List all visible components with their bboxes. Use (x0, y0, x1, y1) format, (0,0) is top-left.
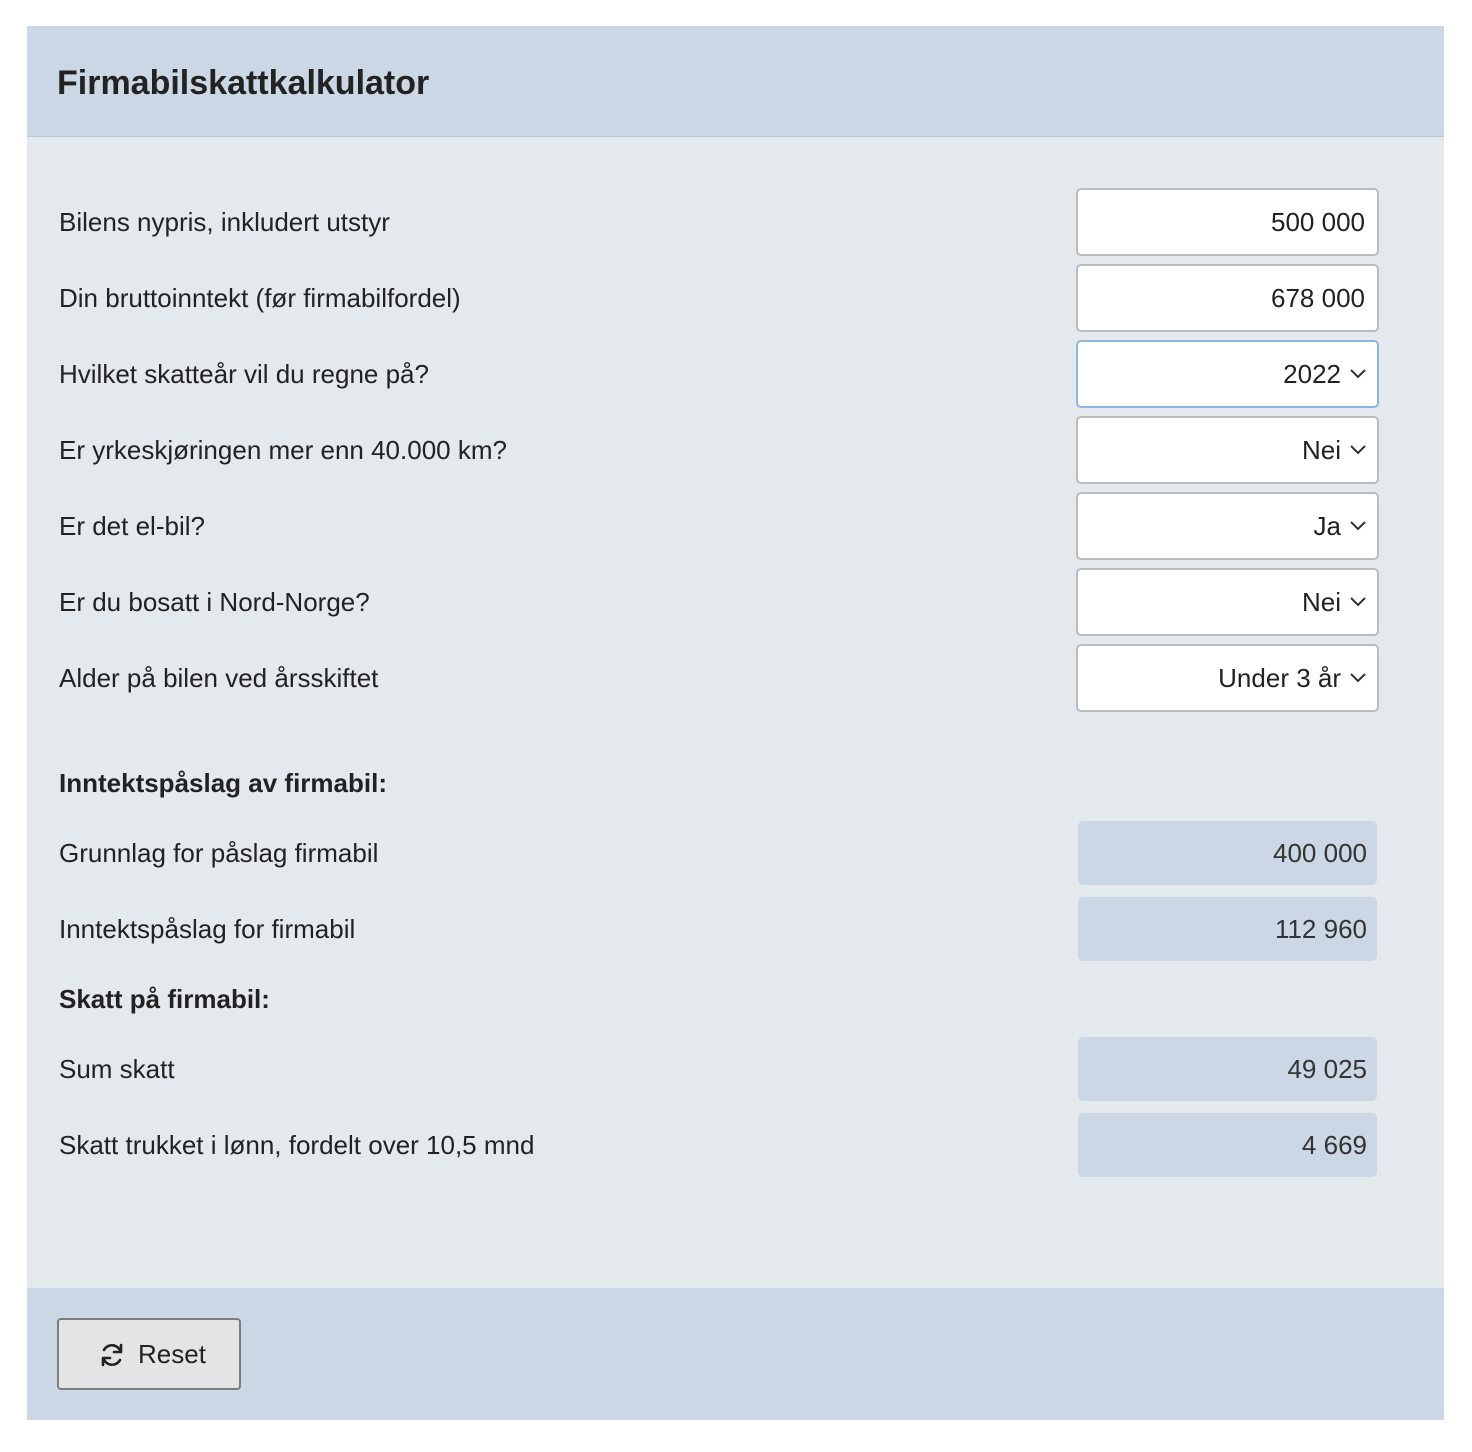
north-norway-label: Er du bosatt i Nord-Norge? (59, 587, 370, 617)
tax-year-select[interactable]: 2022 (1076, 340, 1379, 408)
tax-year-row: Hvilket skatteår vil du regne på? 2022 (27, 340, 1444, 408)
addition-output: 112 960 (1078, 897, 1377, 961)
chevron-down-icon (1350, 597, 1366, 607)
monthly-tax-row: Skatt trukket i lønn, fordelt over 10,5 … (27, 1111, 1444, 1179)
tax-year-label: Hvilket skatteår vil du regne på? (59, 359, 429, 389)
gross-income-row: Din bruttoinntekt (før firmabilfordel) 6… (27, 264, 1444, 332)
gross-income-label: Din bruttoinntekt (før firmabilfordel) (59, 283, 461, 313)
basis-label: Grunnlag for påslag firmabil (59, 838, 379, 868)
car-age-selected: Under 3 år (1218, 663, 1341, 693)
north-norway-selected: Nei (1301, 587, 1341, 617)
addition-row: Inntektspåslag for firmabil 112 960 (27, 895, 1444, 963)
electric-car-label: Er det el-bil? (59, 511, 205, 541)
business-driving-row: Er yrkeskjøringen mer enn 40.000 km? Nei (27, 416, 1444, 484)
basis-output: 400 000 (1078, 821, 1377, 885)
income-section-title: Inntektspåslag av firmabil: (59, 768, 387, 798)
gross-income-input[interactable]: 678 000 (1076, 264, 1379, 332)
addition-label: Inntektspåslag for firmabil (59, 914, 356, 944)
calculator-panel: Firmabilskattkalkulator Bilens nypris, i… (27, 26, 1444, 1420)
reset-button-label: Reset (138, 1339, 206, 1369)
electric-car-selected: Ja (1313, 511, 1341, 541)
page-title: Firmabilskattkalkulator (57, 64, 430, 102)
north-norway-row: Er du bosatt i Nord-Norge? Nei (27, 568, 1444, 636)
chevron-down-icon (1350, 445, 1366, 455)
car-price-row: Bilens nypris, inkludert utstyr 500 000 (27, 188, 1444, 256)
monthly-tax-output: 4 669 (1078, 1113, 1377, 1177)
chevron-down-icon (1350, 369, 1366, 379)
car-age-row: Alder på bilen ved årsskiftet Under 3 år (27, 644, 1444, 712)
refresh-icon (101, 1343, 123, 1367)
electric-car-select[interactable]: Ja (1076, 492, 1379, 560)
total-tax-row: Sum skatt 49 025 (27, 1035, 1444, 1103)
chevron-down-icon (1350, 521, 1366, 531)
total-tax-output: 49 025 (1078, 1037, 1377, 1101)
north-norway-select[interactable]: Nei (1076, 568, 1379, 636)
electric-car-row: Er det el-bil? Ja (27, 492, 1444, 560)
business-driving-selected: Nei (1301, 435, 1341, 465)
car-age-select[interactable]: Under 3 år (1076, 644, 1379, 712)
car-price-input[interactable]: 500 000 (1076, 188, 1379, 256)
business-driving-select[interactable]: Nei (1076, 416, 1379, 484)
basis-row: Grunnlag for påslag firmabil 400 000 (27, 819, 1444, 887)
business-driving-label: Er yrkeskjøringen mer enn 40.000 km? (59, 435, 507, 465)
total-tax-label: Sum skatt (59, 1054, 175, 1084)
chevron-down-icon (1350, 673, 1366, 683)
tax-year-selected: 2022 (1283, 359, 1341, 389)
car-age-label: Alder på bilen ved årsskiftet (59, 663, 379, 693)
monthly-tax-label: Skatt trukket i lønn, fordelt over 10,5 … (59, 1130, 535, 1160)
calculator-footer: Reset (27, 1288, 1444, 1420)
car-price-label: Bilens nypris, inkludert utstyr (59, 207, 390, 237)
calculator-header: Firmabilskattkalkulator (27, 26, 1444, 137)
reset-button[interactable]: Reset (57, 1318, 241, 1390)
tax-section-title: Skatt på firmabil: (59, 984, 270, 1014)
